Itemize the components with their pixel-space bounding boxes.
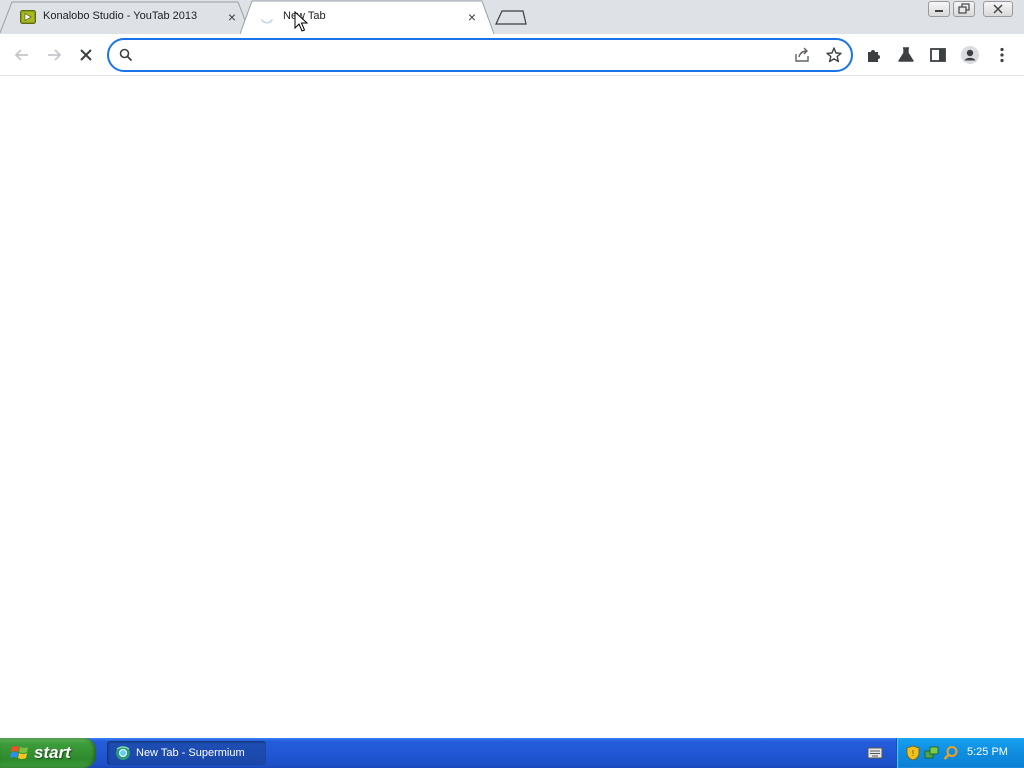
svg-text:!: ! (912, 749, 914, 758)
keyboard-icon[interactable] (867, 746, 883, 760)
labs-flask-icon[interactable] (896, 45, 916, 65)
youtab-play-icon (20, 10, 36, 24)
close-window-button[interactable] (983, 1, 1013, 17)
address-input[interactable] (139, 44, 779, 66)
windows-logo-icon (10, 744, 30, 762)
taskbar-item-label: New Tab - Supermium (136, 747, 245, 759)
back-arrow-icon[interactable] (12, 45, 32, 65)
tab-title: Konalobo Studio - YouTab 2013 (43, 10, 198, 22)
page-content (0, 77, 1024, 738)
search-icon (118, 47, 134, 63)
start-button[interactable]: start (0, 738, 96, 768)
side-panel-icon[interactable] (928, 45, 948, 65)
supermium-icon (115, 745, 131, 761)
tab-shape (240, 0, 495, 34)
more-menu-icon[interactable] (992, 45, 1012, 65)
new-tab-button[interactable] (494, 7, 528, 27)
start-label: start (34, 743, 71, 762)
network-icon[interactable] (924, 745, 940, 761)
bookmark-star-icon[interactable] (825, 46, 843, 64)
close-tab-icon[interactable]: × (224, 9, 240, 25)
stop-loading-icon[interactable] (76, 45, 96, 65)
profile-avatar-icon[interactable] (960, 45, 980, 65)
tab-youtab[interactable]: Konalobo Studio - YouTab 2013 × (0, 0, 250, 34)
browser-toolbar (0, 34, 1024, 76)
taskbar-item-browser[interactable]: New Tab - Supermium (107, 741, 266, 765)
minimize-button[interactable] (928, 1, 950, 17)
mouse-cursor-icon (294, 11, 308, 32)
forward-arrow-icon[interactable] (44, 45, 64, 65)
security-shield-icon[interactable]: ! (906, 745, 920, 761)
extensions-puzzle-icon[interactable] (864, 45, 884, 65)
search-tray-icon[interactable] (943, 745, 959, 761)
tab-strip: Konalobo Studio - YouTab 2013 × New Tab … (0, 0, 1024, 34)
window-controls (928, 1, 1024, 17)
close-tab-icon[interactable]: × (464, 9, 480, 25)
restore-button[interactable] (953, 1, 975, 17)
system-tray: ! 5:25 PM (896, 738, 1024, 768)
taskbar: start New Tab - Supermium ! 5:25 PM (0, 738, 1024, 768)
share-icon[interactable] (793, 46, 811, 64)
tab-new-tab[interactable]: New Tab × (240, 0, 496, 34)
loading-spinner-icon (259, 9, 275, 24)
address-bar[interactable] (107, 38, 853, 72)
clock: 5:25 PM (967, 746, 1008, 758)
